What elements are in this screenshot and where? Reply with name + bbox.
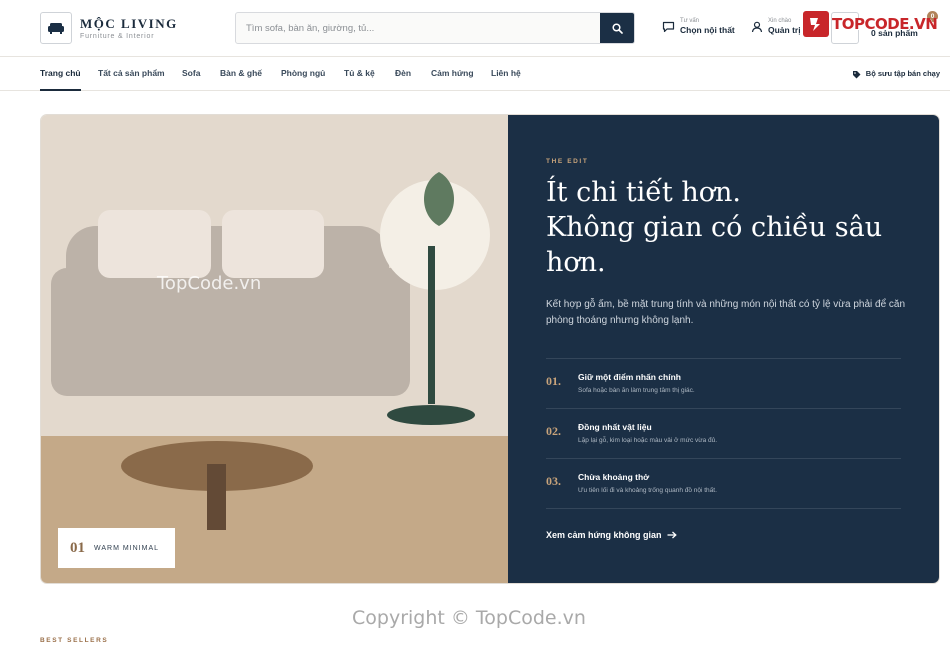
topcode-logo-text: TOPCODE.VN (832, 15, 938, 33)
cta-label: Xem cảm hứng không gian (546, 530, 662, 540)
hero-headline-line: hơn. (546, 247, 606, 278)
tip-desc: Ưu tiên lối đi và khoảng trống quanh đồ … (578, 487, 717, 494)
user-icon (751, 21, 763, 32)
list-item: 01. Giữ một điểm nhấn chính Sofa hoặc bà… (546, 359, 901, 409)
search-bar (235, 12, 635, 44)
tip-number: 03. (546, 474, 561, 488)
search-input[interactable] (236, 13, 600, 43)
nav-item-inspiration[interactable]: Cảm hứng (431, 57, 474, 91)
list-item: 02. Đồng nhất vật liệu Lặp lại gỗ, kim l… (546, 409, 901, 459)
search-button[interactable] (600, 13, 634, 43)
sofa-icon (40, 12, 72, 44)
list-item: 03. Chừa khoảng thở Ưu tiên lối đi và kh… (546, 459, 901, 509)
sofa-cushion-right (222, 210, 324, 278)
tip-title: Chừa khoảng thở (578, 472, 650, 482)
hero-eyebrow: THE EDIT (546, 158, 589, 165)
tag-icon (852, 70, 861, 78)
hero-headline-line: Ít chi tiết hơn. (546, 177, 741, 208)
hero-headline: Ít chi tiết hơn. Không gian có chiều sâu… (546, 175, 926, 280)
advice-caption: Tư vấn (680, 18, 700, 24)
hero-banner: 01 WARM MINIMAL THE EDIT Ít chi tiết hơn… (40, 114, 940, 584)
nav-item-lamps[interactable]: Đèn (395, 57, 411, 91)
account-caption: Xin chào (768, 18, 792, 24)
watermark-overlay: TopCode.vn (157, 273, 262, 294)
tip-desc: Sofa hoặc bàn ăn làm trung tâm thị giác. (578, 387, 695, 394)
inspiration-cta-link[interactable]: Xem cảm hứng không gian (546, 530, 677, 540)
hero-headline-line: Không gian có chiều sâu (546, 212, 883, 243)
copyright-watermark: Copyright © TopCode.vn (352, 607, 586, 629)
tip-number: 01. (546, 374, 561, 388)
search-icon (611, 22, 623, 34)
main-nav: Trang chủ Tất cả sản phẩm Sofa Bàn & ghế… (0, 57, 950, 91)
site-header: MỘC LIVING Furniture & Interior Tư vấn C… (0, 0, 950, 57)
sofa-cushion-left (98, 210, 211, 278)
nav-item-all-products[interactable]: Tất cả sản phẩm (98, 57, 165, 91)
chat-icon (662, 21, 675, 32)
brand-name: MỘC LIVING (80, 16, 178, 31)
lamp-base (387, 405, 475, 425)
hero-content-panel: THE EDIT Ít chi tiết hơn. Không gian có … (508, 115, 939, 583)
nav-item-bedroom[interactable]: Phòng ngủ (281, 57, 325, 91)
nav-item-home[interactable]: Trang chủ (40, 57, 81, 91)
tip-number: 02. (546, 424, 561, 438)
tip-desc: Lặp lại gỗ, kim loại hoặc màu vải ở mức … (578, 437, 718, 444)
coffee-table-leg (207, 464, 226, 530)
brand-logo[interactable]: MỘC LIVING Furniture & Interior (40, 12, 178, 44)
hero-lead: Kết hợp gỗ ấm, bề mặt trung tính và nhữn… (546, 299, 906, 326)
bestseller-collection-label: Bộ sưu tập bán chạy (865, 69, 940, 78)
advice-link[interactable]: Tư vấn Chọn nội thất (662, 17, 735, 36)
nav-item-contact[interactable]: Liên hệ (491, 57, 521, 91)
style-badge: 01 WARM MINIMAL (58, 528, 175, 568)
advice-label: Chọn nội thất (680, 25, 735, 35)
nav-item-sofa[interactable]: Sofa (182, 57, 200, 91)
arrow-right-icon (667, 531, 677, 539)
style-badge-label: WARM MINIMAL (94, 544, 160, 552)
account-label: Quản trị (768, 25, 801, 35)
account-link[interactable]: Xin chào Quản trị (751, 17, 801, 36)
style-badge-number: 01 (70, 539, 85, 556)
topcode-watermark-logo: TOPCODE.VN (803, 11, 938, 37)
tip-title: Đồng nhất vật liệu (578, 422, 652, 432)
lamp-pole (428, 246, 435, 404)
bestseller-collection-link[interactable]: Bộ sưu tập bán chạy (852, 57, 940, 91)
section-eyebrow: BEST SELLERS (40, 637, 109, 644)
design-tips-list: 01. Giữ một điểm nhấn chính Sofa hoặc bà… (546, 358, 901, 509)
nav-item-tables-chairs[interactable]: Bàn & ghế (220, 57, 262, 91)
brand-tagline: Furniture & Interior (80, 33, 155, 40)
hero-illustration: 01 WARM MINIMAL (41, 115, 508, 583)
topcode-mark-icon (803, 11, 829, 37)
nav-item-cabinets[interactable]: Tủ & kệ (344, 57, 375, 91)
tip-title: Giữ một điểm nhấn chính (578, 372, 681, 382)
